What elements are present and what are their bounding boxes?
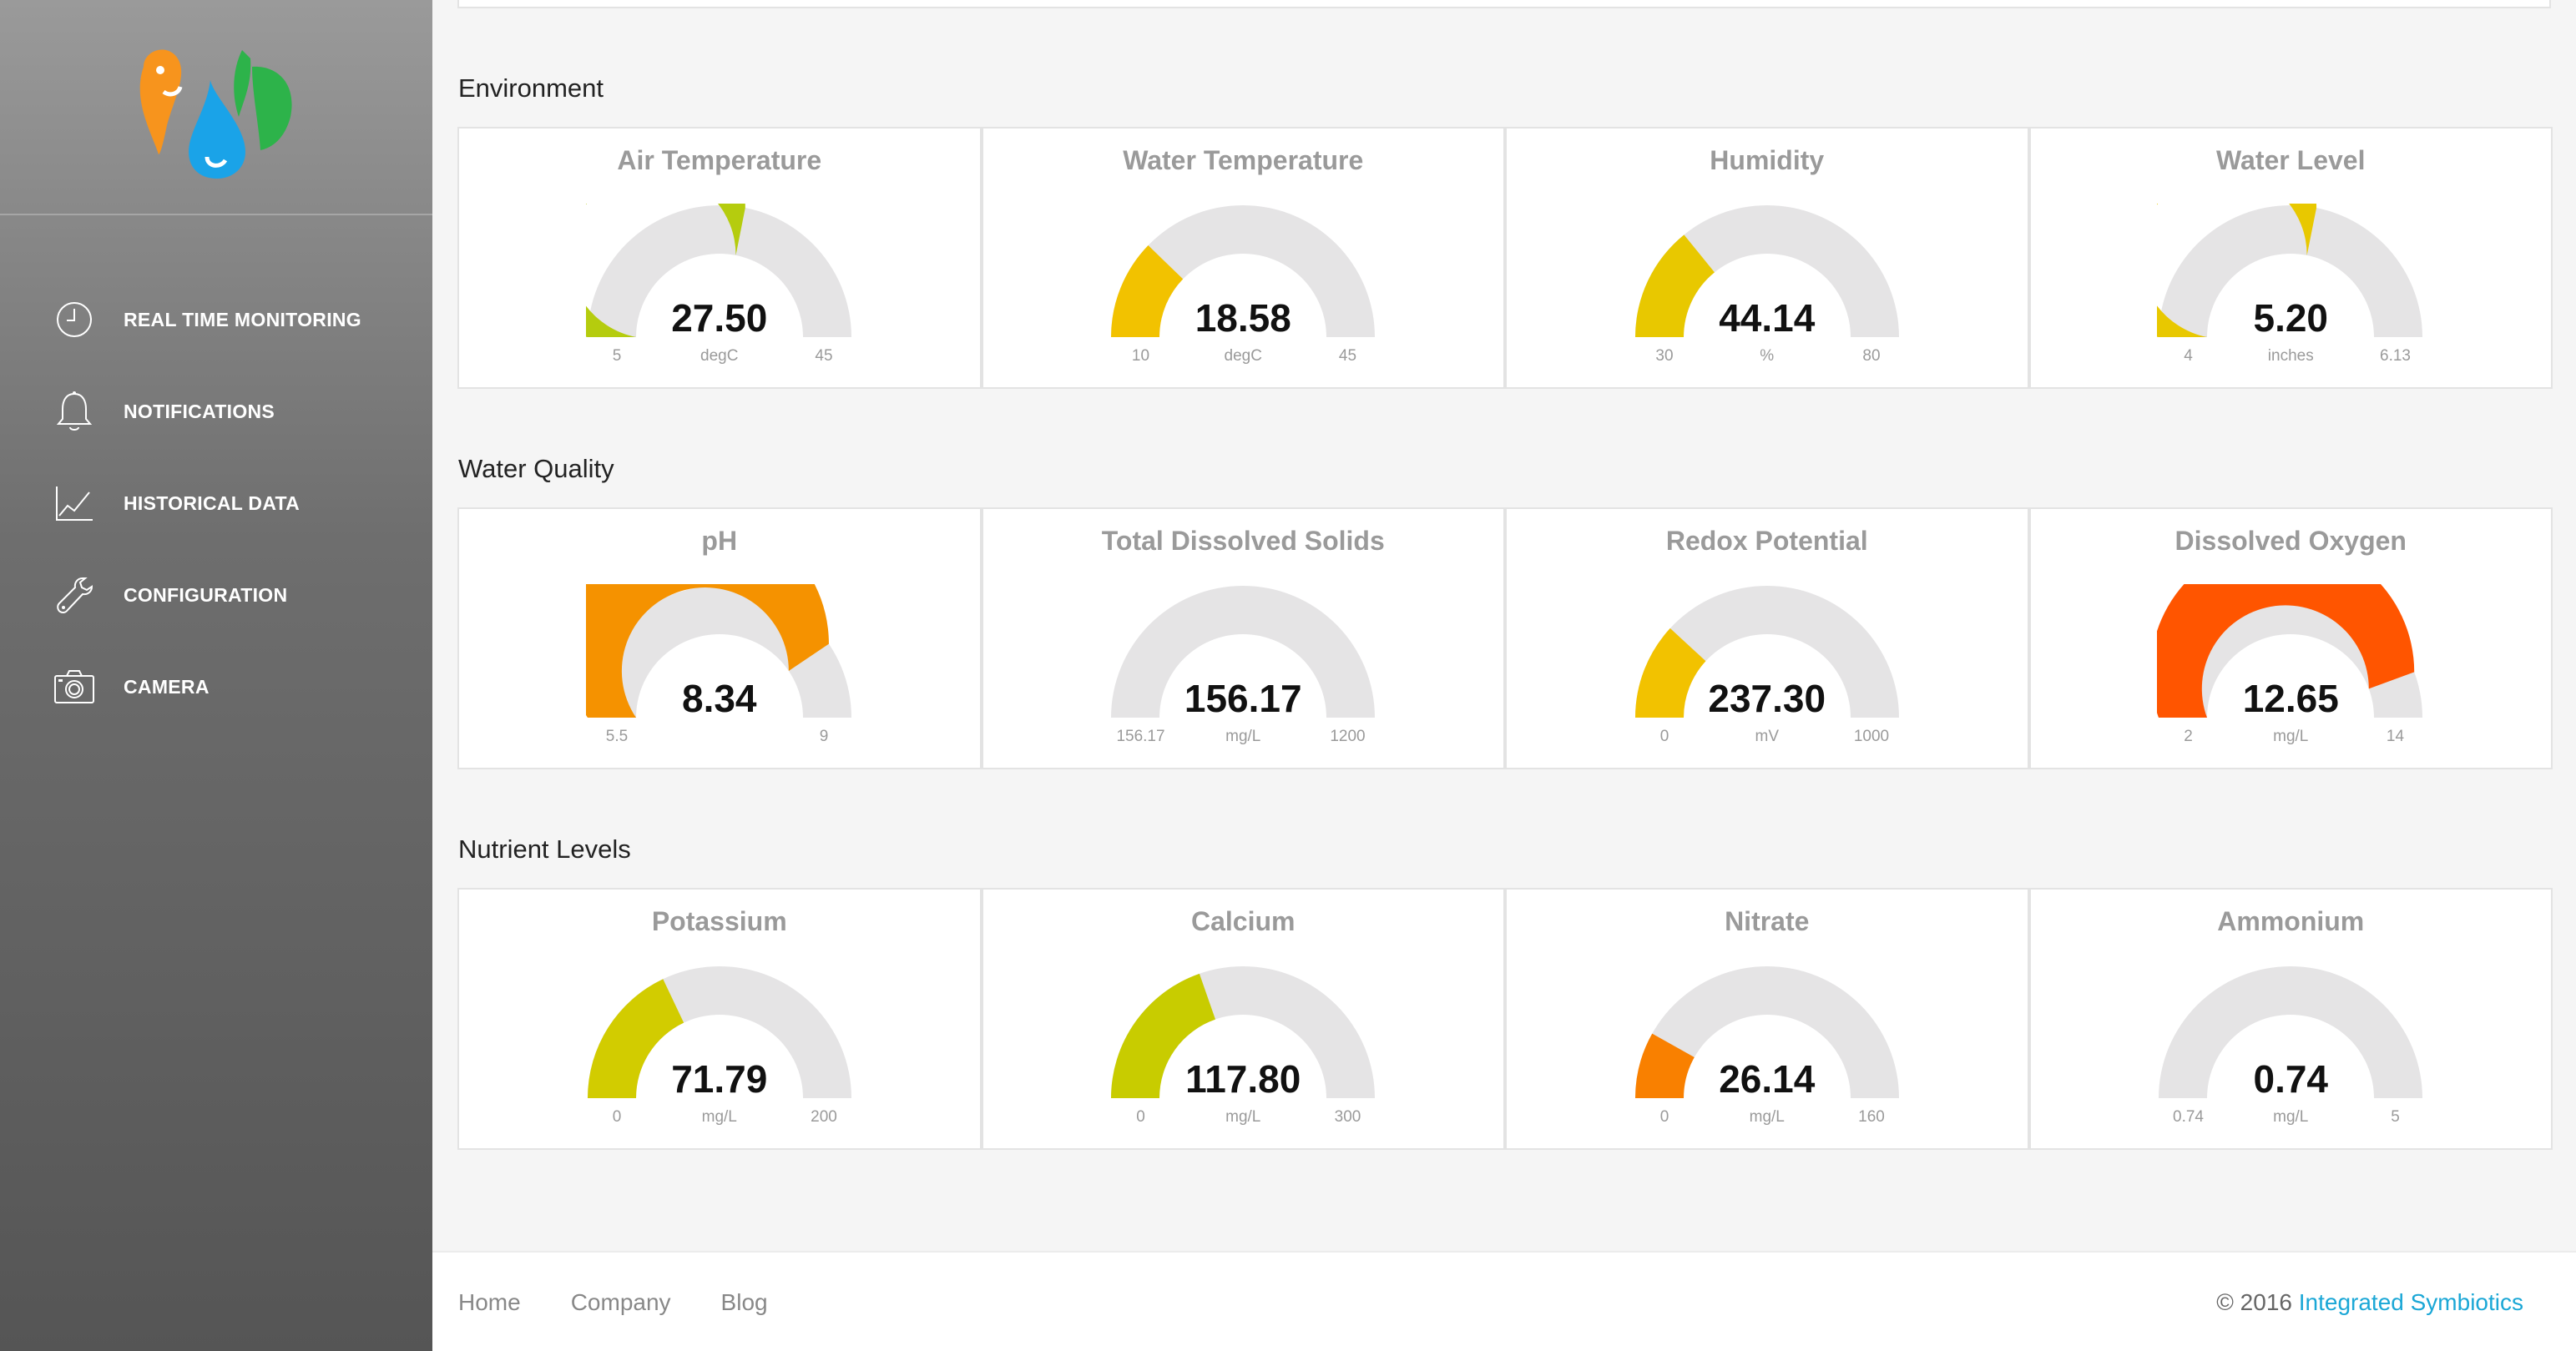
gauge-title: Total Dissolved Solids bbox=[1101, 526, 1385, 556]
gauge-card: pH 8.34 5.5 9 bbox=[457, 507, 982, 769]
gauge-title: Redox Potential bbox=[1665, 526, 1868, 556]
copyright-prefix: © 2016 bbox=[2216, 1289, 2292, 1315]
gauge-value: 71.79 bbox=[671, 1057, 768, 1101]
gauge-row: pH 8.34 5.5 9 Total Dissolved Solids 156.17 15… bbox=[457, 507, 2553, 769]
gauge-value: 117.80 bbox=[1185, 1057, 1301, 1101]
footer-link-company[interactable]: Company bbox=[571, 1289, 671, 1316]
gauge-card: Total Dissolved Solids 156.17 156.17 mg/L 12… bbox=[981, 507, 1505, 769]
gauge-max: 14 bbox=[2386, 728, 2405, 745]
main-content: Environment Air Temperature 27.50 5 degC 45 Wa… bbox=[432, 0, 2576, 1351]
sidebar-item-camera[interactable]: CAMERA bbox=[0, 641, 432, 733]
gauge-value: 0.74 bbox=[2253, 1057, 2329, 1101]
gauge-card: Dissolved Oxygen 12.65 2 mg/L 14 bbox=[2028, 507, 2553, 769]
gauge-title: pH bbox=[701, 526, 738, 556]
gauge-unit: mg/L bbox=[701, 1108, 737, 1126]
gauge-title: Water Temperature bbox=[1123, 145, 1364, 175]
sidebar-item-historical-data[interactable]: HISTORICAL DATA bbox=[0, 457, 432, 549]
gauge-card: Redox Potential 237.30 0 mV 1000 bbox=[1505, 507, 2029, 769]
gauge-min: 5.5 bbox=[605, 728, 629, 745]
sidebar-nav: REAL TIME MONITORING NOTIFICATIONS HISTO… bbox=[0, 215, 432, 733]
gauge-unit: mg/L bbox=[1225, 1108, 1261, 1126]
gauge-unit: inches bbox=[2267, 347, 2314, 365]
gauge-max: 9 bbox=[819, 728, 829, 745]
gauge-title: Dissolved Oxygen bbox=[2174, 526, 2407, 556]
copyright: © 2016 Integrated Symbiotics bbox=[2216, 1289, 2523, 1316]
gauge-card: Humidity 44.14 30% 80 bbox=[1505, 127, 2029, 389]
gauge-max: 80 bbox=[1862, 347, 1881, 365]
gauge-max: 200 bbox=[811, 1108, 837, 1126]
section-title: Water Quality bbox=[458, 454, 614, 483]
gauge-unit: mg/L bbox=[2273, 728, 2309, 745]
gauge-value: 8.34 bbox=[681, 677, 757, 720]
camera-icon bbox=[53, 666, 95, 708]
logo-area bbox=[0, 0, 432, 215]
gauge-unit: mg/L bbox=[1749, 1108, 1785, 1126]
gauge-card: Air Temperature 27.50 5 degC 45 bbox=[457, 127, 982, 389]
gauge-unit: mV bbox=[1755, 728, 1780, 745]
footer-links: Home Company Blog bbox=[458, 1289, 818, 1316]
gauge-max: 1200 bbox=[1330, 728, 1366, 745]
brand-logo[interactable] bbox=[127, 42, 304, 182]
gauge-value: 5.20 bbox=[2253, 296, 2329, 340]
footer: Home Company Blog © 2016 Integrated Symb… bbox=[432, 1251, 2576, 1351]
gauge-value: 12.65 bbox=[2242, 677, 2339, 720]
company-link[interactable]: Integrated Symbiotics bbox=[2299, 1289, 2523, 1315]
gauge-max: 45 bbox=[815, 347, 833, 365]
sidebar-item-real-time-monitoring[interactable]: REAL TIME MONITORING bbox=[0, 274, 432, 365]
gauge-card: Ammonium 0.74 0.74 mg/L 5 bbox=[2028, 888, 2553, 1150]
clock-icon bbox=[53, 299, 95, 340]
gauge-max: 6.13 bbox=[2380, 347, 2411, 365]
gauge-title: Calcium bbox=[1191, 906, 1296, 936]
gauge-value: 18.58 bbox=[1195, 296, 1291, 340]
gauge-title: Nitrate bbox=[1725, 906, 1810, 936]
gauge-max: 5 bbox=[2391, 1108, 2400, 1126]
gauge-value: 27.50 bbox=[671, 296, 768, 340]
gauge-title: Water Level bbox=[2216, 145, 2366, 175]
gauge-value: 156.17 bbox=[1184, 677, 1302, 720]
gauge-unit: degC bbox=[700, 347, 739, 365]
gauge-max: 45 bbox=[1338, 347, 1357, 365]
gauge-card: Potassium 71.79 0 mg/L 200 bbox=[457, 888, 982, 1150]
gauge-unit: mg/L bbox=[2273, 1108, 2309, 1126]
sidebar-item-notifications[interactable]: NOTIFICATIONS bbox=[0, 365, 432, 457]
gauge-card: Water Level 5.20 4 inches 6.13 bbox=[2028, 127, 2553, 389]
line-chart-icon bbox=[53, 482, 95, 524]
sidebar-item-label: NOTIFICATIONS bbox=[124, 400, 275, 422]
gauge-value: 44.14 bbox=[1719, 296, 1816, 340]
gauge-row: Potassium 71.79 0 mg/L 200 Calcium 117.80 0 mg/L… bbox=[457, 888, 2553, 1150]
bell-icon bbox=[53, 391, 95, 432]
gauge-value: 26.14 bbox=[1719, 1057, 1816, 1101]
gauge-card: Nitrate 26.14 0 mg/L 160 bbox=[1505, 888, 2029, 1150]
gauge-unit: % bbox=[1760, 347, 1775, 365]
wrench-icon bbox=[53, 574, 95, 616]
gauge-max: 160 bbox=[1858, 1108, 1885, 1126]
gauge-title: Ammonium bbox=[2217, 906, 2365, 936]
footer-link-home[interactable]: Home bbox=[458, 1289, 521, 1316]
footer-link-blog[interactable]: Blog bbox=[721, 1289, 768, 1316]
gauge-title: Potassium bbox=[651, 906, 787, 936]
gauge-value: 237.30 bbox=[1708, 677, 1826, 720]
gauge-max: 300 bbox=[1334, 1108, 1361, 1126]
gauge-title: Humidity bbox=[1710, 145, 1825, 175]
gauge-row: Air Temperature 27.50 5 degC 45 Water Tempera… bbox=[457, 127, 2553, 389]
sidebar-item-label: REAL TIME MONITORING bbox=[124, 308, 361, 330]
gauge-title: Air Temperature bbox=[617, 145, 822, 175]
top-panel-edge bbox=[457, 0, 2551, 8]
sidebar-item-label: CAMERA bbox=[124, 675, 210, 698]
gauge-unit: degC bbox=[1224, 347, 1262, 365]
section-title: Nutrient Levels bbox=[458, 834, 631, 864]
gauge-card: Calcium 117.80 0 mg/L 300 bbox=[981, 888, 1505, 1150]
gauge-card: Water Temperature 18.58 10 degC 45 bbox=[981, 127, 1505, 389]
section-title: Environment bbox=[458, 73, 604, 103]
sidebar-item-configuration[interactable]: CONFIGURATION bbox=[0, 549, 432, 641]
sidebar: REAL TIME MONITORING NOTIFICATIONS HISTO… bbox=[0, 0, 432, 1351]
gauge-max: 1000 bbox=[1853, 728, 1890, 745]
sidebar-item-label: HISTORICAL DATA bbox=[124, 492, 301, 514]
sidebar-item-label: CONFIGURATION bbox=[124, 583, 288, 606]
gauge-unit: mg/L bbox=[1225, 728, 1261, 745]
